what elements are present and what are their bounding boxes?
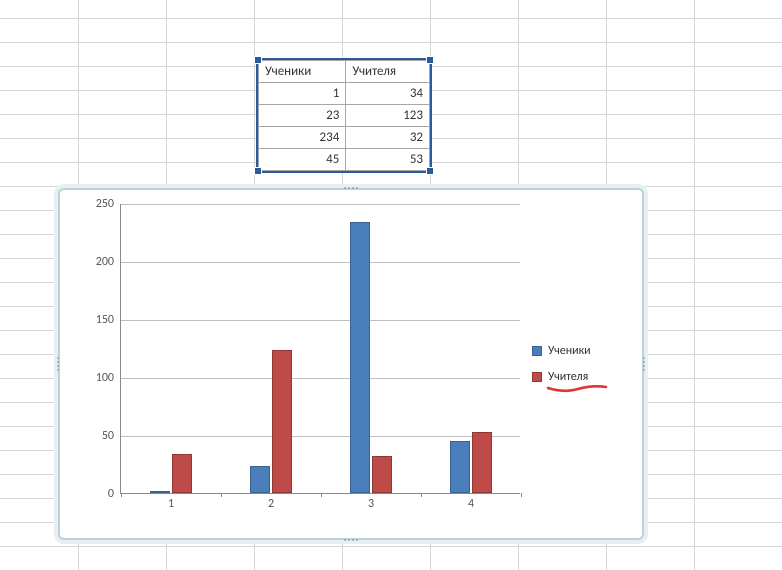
chart-resize-handle-icon[interactable] [344,539,358,541]
table-row: 23 123 [259,105,430,127]
table-row: 234 32 [259,127,430,149]
bar[interactable] [372,456,392,493]
gridline [121,436,520,437]
x-tick-label: 3 [368,497,374,511]
x-axis: 1 2 3 4 [121,497,520,517]
cell[interactable]: 123 [346,105,430,127]
y-tick-label: 250 [96,197,114,211]
y-tick-label: 200 [96,255,114,269]
table-row: 45 53 [259,149,430,171]
x-tick-mark [521,493,522,497]
y-tick-label: 0 [108,487,114,501]
legend-item[interactable]: Учителя [532,370,624,384]
cell[interactable]: 234 [259,127,346,149]
chart-legend[interactable]: Ученики Учителя [520,204,624,524]
cell[interactable]: 45 [259,149,346,171]
bar[interactable] [450,441,470,493]
gridline [121,378,520,379]
cell[interactable]: 32 [346,127,430,149]
x-tick-mark [321,493,322,497]
chart-resize-handle-icon[interactable] [344,187,358,189]
chart-resize-handle-icon[interactable] [57,357,59,371]
bar[interactable] [172,454,192,493]
data-table: Ученики Учителя 1 34 23 123 234 32 45 53 [258,60,430,171]
y-axis: 050100150200250 [78,204,120,494]
legend-label: Учителя [548,370,588,384]
x-tick-label: 2 [268,497,274,511]
x-tick-label: 1 [168,497,174,511]
bar[interactable] [472,432,492,493]
bar[interactable] [150,491,170,493]
gridline [121,262,520,263]
y-tick-label: 150 [96,313,114,327]
selection-handle-icon[interactable] [426,56,434,64]
plot-area[interactable]: 1234 [120,204,520,494]
col-header[interactable]: Ученики [259,61,346,83]
legend-swatch-icon [532,346,542,356]
x-tick-mark [121,493,122,497]
gridline [121,204,520,205]
table-header-row: Ученики Учителя [259,61,430,83]
legend-label: Ученики [548,344,591,358]
selection-handle-icon[interactable] [426,167,434,175]
x-tick-mark [221,493,222,497]
col-header[interactable]: Учителя [346,61,430,83]
cell[interactable]: 34 [346,83,430,105]
cell[interactable]: 53 [346,149,430,171]
embedded-chart[interactable]: 0 50 100 150 200 250 1 2 3 4 Ученики Учителя [58,188,644,540]
legend-item[interactable]: Ученики [532,344,624,358]
legend-swatch-icon [532,372,542,382]
y-tick-label: 100 [96,371,114,385]
selection-handle-icon[interactable] [254,56,262,64]
chart-resize-handle-icon[interactable] [643,357,645,371]
bar[interactable] [350,222,370,493]
bar[interactable] [250,466,270,493]
annotation-underline-icon [546,384,608,394]
selected-data-range[interactable]: Ученики Учителя 1 34 23 123 234 32 45 53 [256,58,432,173]
x-tick-label: 4 [468,497,474,511]
gridline [121,320,520,321]
x-tick-mark [421,493,422,497]
cell[interactable]: 23 [259,105,346,127]
bar[interactable] [272,350,292,493]
table-row: 1 34 [259,83,430,105]
cell[interactable]: 1 [259,83,346,105]
y-tick-label: 50 [102,429,114,443]
selection-handle-icon[interactable] [254,167,262,175]
